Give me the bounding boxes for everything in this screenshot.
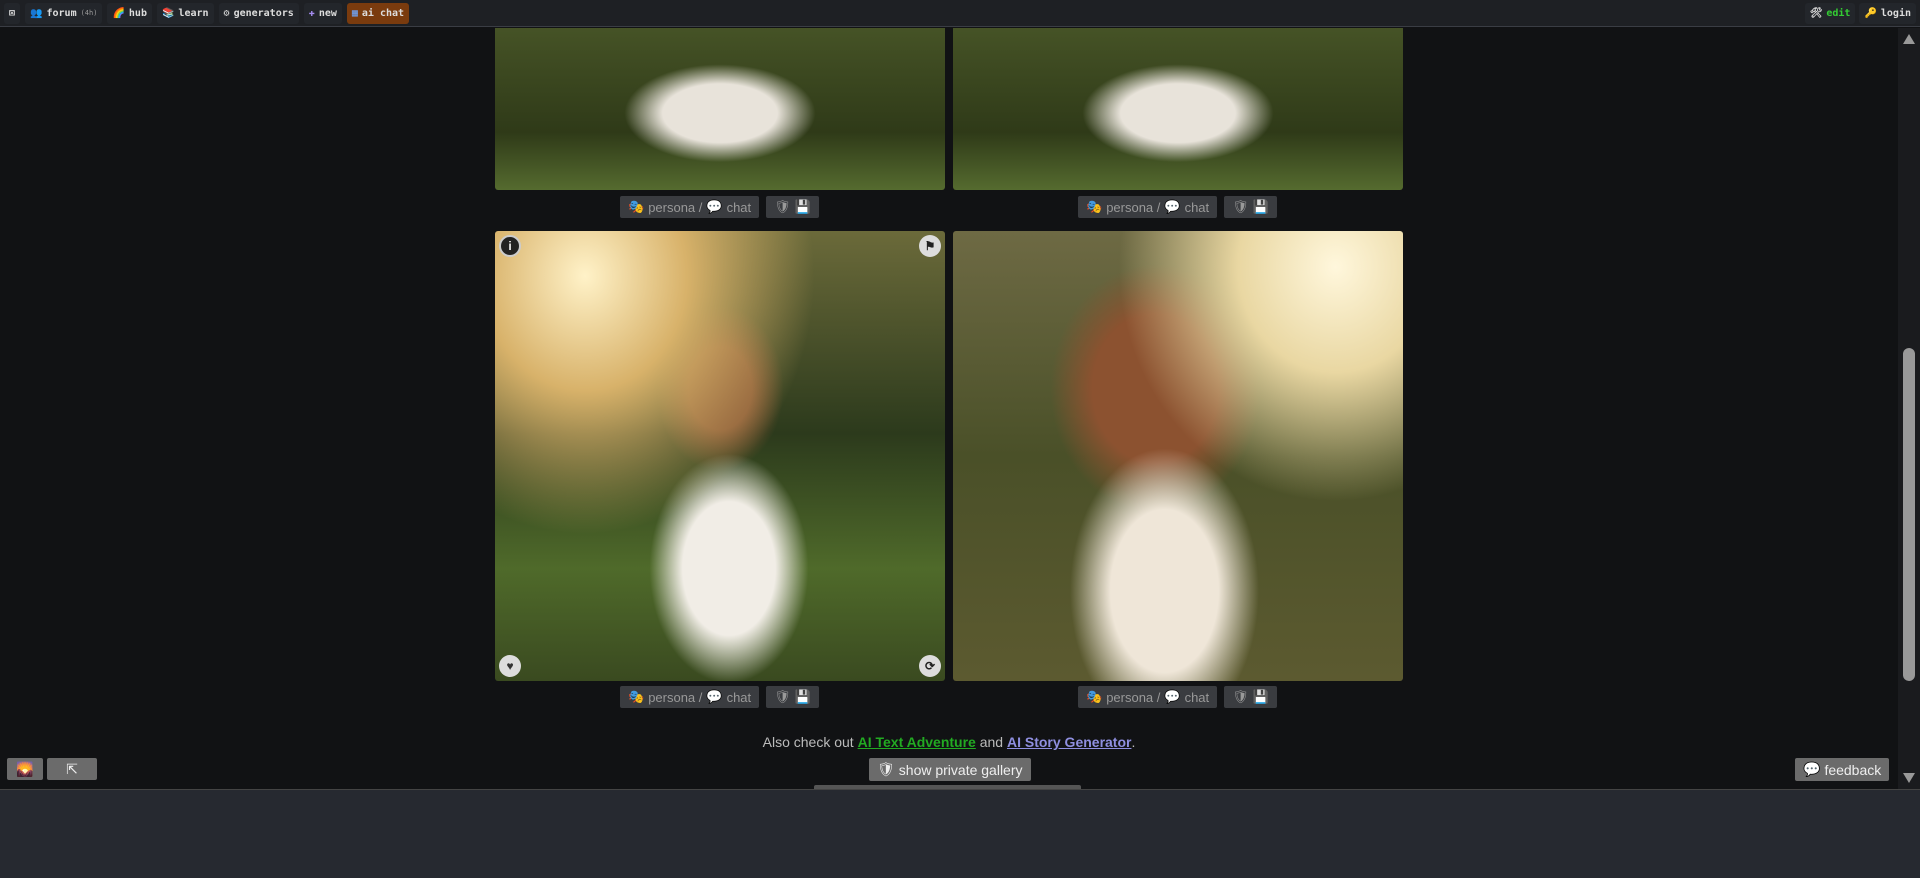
gallery-image[interactable] [953, 28, 1403, 190]
plus-icon: ✚ [308, 7, 315, 19]
floppy-icon: 💾 [1252, 689, 1269, 704]
ai-story-generator-link[interactable]: AI Story Generator [1007, 734, 1131, 750]
floppy-icon: 💾 [794, 689, 811, 704]
people-icon: 👥 [30, 7, 43, 19]
save-button[interactable]: 🛡 💾 [1224, 686, 1277, 708]
edit-button[interactable]: 🛠 edit [1804, 3, 1856, 24]
floppy-icon: 💾 [1252, 199, 1269, 214]
books-icon: 📚 [161, 7, 175, 19]
refresh-icon[interactable]: ⟳ [919, 655, 941, 677]
shield-icon: 🛡 [877, 761, 895, 777]
feedback-button[interactable]: 💬 feedback [1795, 758, 1890, 781]
shield-icon: 🛡 [774, 689, 791, 704]
nav-learn[interactable]: 📚 learn [156, 2, 214, 24]
also-check-out: Also check out AI Text Adventure and AI … [0, 734, 1898, 750]
bottom-panel [0, 789, 1920, 878]
persona-icon: 🎭 [1086, 199, 1103, 214]
gallery: 🎭 persona / 💬 chat 🛡 💾 🎭 persona / 💬 chat 🛡 💾 i … [0, 28, 1898, 789]
ai-text-adventure-link[interactable]: AI Text Adventure [858, 734, 976, 750]
also-text: Also check out [762, 734, 854, 750]
scrollbar-thumb[interactable] [1903, 348, 1915, 681]
and-text: and [979, 734, 1004, 750]
chat-bubble-icon: 💬 [1164, 689, 1181, 704]
arrow-up-left-icon: ⇱ [66, 760, 78, 777]
chat-bubble-icon: 💬 [706, 689, 723, 704]
nav-label: learn [178, 7, 209, 19]
edit-label: edit [1826, 8, 1851, 19]
shield-icon: 🛡 [1232, 689, 1249, 704]
login-label: login [1880, 8, 1911, 19]
info-icon[interactable]: i [499, 235, 521, 257]
scroll-top-button[interactable]: ⇱ [47, 758, 97, 780]
nav-label: hub [128, 7, 147, 19]
persona-chat-button[interactable]: 🎭 persona / 💬 chat [1078, 196, 1218, 218]
forum-badge: (4h) [80, 9, 98, 17]
period: . [1131, 734, 1136, 750]
shield-icon: 🛡 [1232, 199, 1249, 214]
gallery-toggle-button[interactable]: 🌄 [7, 758, 43, 780]
sunrise-icon: 🌄 [16, 760, 34, 777]
nav-forum[interactable]: 👥 forum (4h) [25, 2, 103, 24]
nav-new[interactable]: ✚ new [303, 2, 342, 24]
persona-label: persona / [648, 689, 703, 705]
gallery-image[interactable]: i ⚑ ♥ ⟳ [495, 231, 945, 681]
chat-bubble-icon: 💬 [706, 199, 723, 214]
show-private-gallery-button[interactable]: 🛡 show private gallery [869, 758, 1031, 781]
top-nav: ⊠ 👥 forum (4h) 🌈 hub 📚 learn ⚙ generators ✚ ne… [0, 0, 1920, 27]
nav-label: ai chat [361, 7, 405, 19]
tools-icon: 🛠 [1809, 8, 1823, 19]
persona-label: persona / [1106, 689, 1161, 705]
private-gallery-label: show private gallery [898, 761, 1023, 778]
rainbow-icon: 🌈 [112, 7, 125, 19]
close-box-icon: ⊠ [9, 7, 16, 19]
gallery-image[interactable] [495, 28, 945, 190]
persona-icon: 🎭 [628, 689, 645, 704]
gears-icon: ⚙ [223, 7, 230, 19]
nav-ai-chat[interactable]: ▦ ai chat [346, 2, 410, 24]
nav-label: generators [233, 7, 294, 19]
speech-bubble-icon: 💬 [1803, 761, 1821, 777]
flag-icon[interactable]: ⚑ [919, 235, 941, 257]
persona-icon: 🎭 [1086, 689, 1103, 704]
persona-icon: 🎭 [628, 199, 645, 214]
persona-chat-button[interactable]: 🎭 persona / 💬 chat [620, 686, 760, 708]
nav-label: new [318, 7, 337, 19]
chat-label: chat [1184, 689, 1210, 705]
scrollbar[interactable] [1898, 28, 1920, 789]
heart-icon[interactable]: ♥ [499, 655, 521, 677]
persona-label: persona / [1106, 199, 1161, 215]
nav-close-button[interactable]: ⊠ [4, 2, 21, 24]
persona-chat-button[interactable]: 🎭 persona / 💬 chat [1078, 686, 1218, 708]
scroll-down-icon[interactable] [1903, 773, 1915, 783]
nav-hub[interactable]: 🌈 hub [107, 2, 152, 24]
save-button[interactable]: 🛡 💾 [766, 196, 819, 218]
nav-generators[interactable]: ⚙ generators [218, 2, 299, 24]
persona-chat-button[interactable]: 🎭 persona / 💬 chat [620, 196, 760, 218]
shield-icon: 🛡 [774, 199, 791, 214]
floppy-icon: 💾 [794, 199, 811, 214]
login-button[interactable]: 🔑 login [1859, 3, 1916, 24]
feedback-label: feedback [1824, 761, 1882, 778]
persona-label: persona / [648, 199, 703, 215]
key-icon: 🔑 [1864, 8, 1877, 19]
save-button[interactable]: 🛡 💾 [766, 686, 819, 708]
chat-bubble-icon: 💬 [1164, 199, 1181, 214]
chat-label: chat [726, 199, 752, 215]
gallery-image[interactable] [953, 231, 1403, 681]
chat-window-icon: ▦ [351, 7, 358, 19]
chat-label: chat [726, 689, 752, 705]
chat-label: chat [1184, 199, 1210, 215]
scroll-up-icon[interactable] [1903, 34, 1915, 44]
save-button[interactable]: 🛡 💾 [1224, 196, 1277, 218]
nav-label: forum [46, 7, 77, 19]
